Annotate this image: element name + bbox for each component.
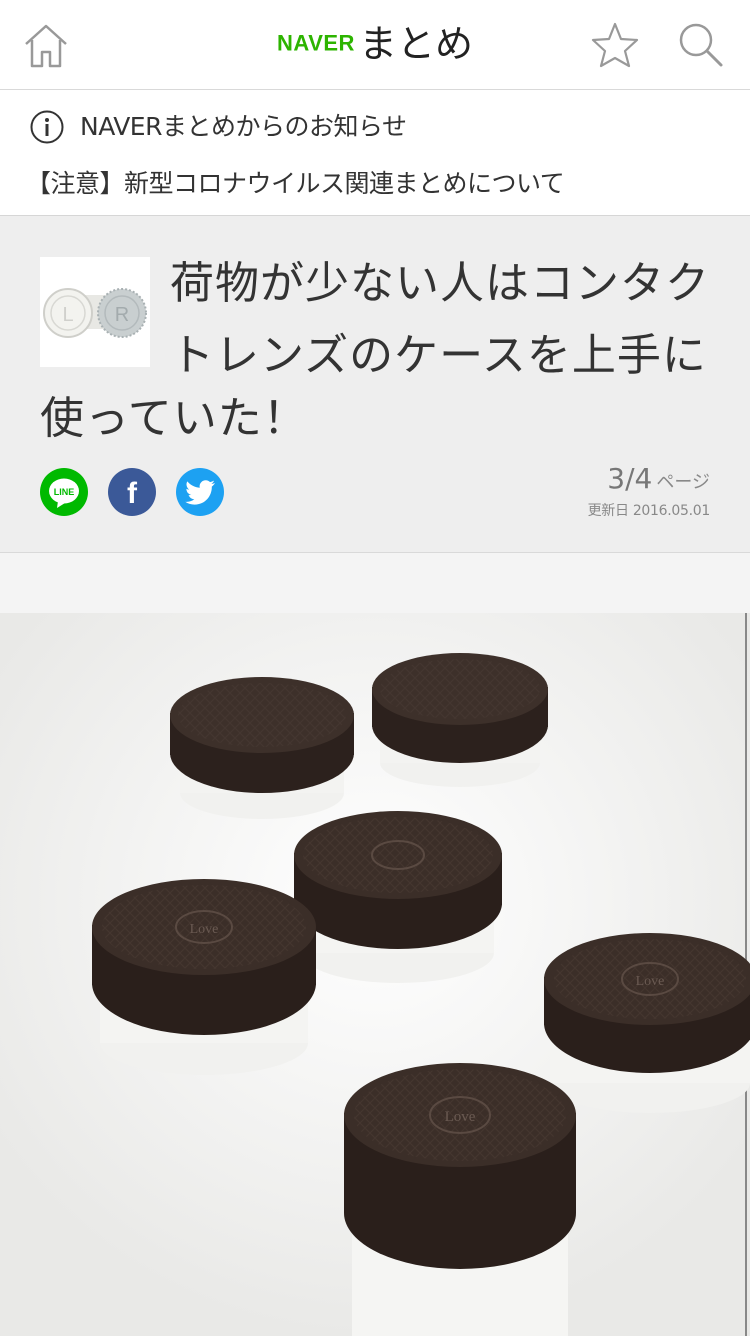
cookie-case-1 bbox=[170, 677, 354, 819]
line-icon: LINE bbox=[49, 478, 79, 508]
cap-text-3: Love bbox=[445, 1109, 476, 1125]
content-spacer bbox=[0, 553, 750, 613]
page-separator: / bbox=[625, 462, 635, 495]
cookie-case-5: Love bbox=[544, 933, 750, 1113]
article-header: L R 荷物が少ない人はコンタクトレンズのケースを上手に 使っていた！ LINE… bbox=[0, 216, 750, 553]
article-thumbnail: L R bbox=[40, 257, 150, 367]
thumb-letter-l: L bbox=[62, 304, 73, 326]
twitter-bird-icon bbox=[185, 480, 215, 505]
cookie-lens-case-photo: Love Love Love bbox=[0, 613, 750, 1336]
cookie-case-2 bbox=[372, 653, 548, 787]
line-label: LINE bbox=[54, 487, 75, 497]
article-photo: Love Love Love bbox=[0, 613, 750, 1336]
notice-link[interactable]: 【注意】新型コロナウイルス関連まとめについて bbox=[26, 166, 565, 202]
notice-panel: NAVERまとめからのお知らせ 【注意】新型コロナウイルス関連まとめについて bbox=[0, 90, 750, 216]
page-total: 4 bbox=[634, 462, 653, 495]
search-icon bbox=[679, 23, 723, 67]
share-facebook-button[interactable]: f bbox=[108, 468, 156, 516]
facebook-icon: f bbox=[127, 477, 138, 510]
article-title-line2: 使っていた！ bbox=[40, 393, 308, 444]
star-icon bbox=[591, 22, 639, 68]
cap-text-1: Love bbox=[190, 922, 219, 937]
cookie-case-4: Love bbox=[92, 879, 316, 1075]
page-unit: ページ bbox=[656, 472, 710, 493]
facebook-label: f bbox=[127, 477, 138, 510]
share-twitter-button[interactable] bbox=[176, 468, 224, 516]
search-button[interactable] bbox=[676, 20, 726, 70]
cap-text-2: Love bbox=[636, 974, 665, 989]
favorite-button[interactable] bbox=[590, 20, 640, 70]
notice-title: NAVERまとめからのお知らせ bbox=[80, 112, 407, 141]
cookie-case-6: Love bbox=[344, 1063, 576, 1336]
page-counter: 3/4 ページ bbox=[607, 462, 710, 495]
thumb-letter-r: R bbox=[115, 304, 129, 326]
top-header: NAVER まとめ bbox=[0, 0, 750, 90]
page-current: 3 bbox=[607, 462, 626, 495]
updated-date: 更新日 2016.05.01 bbox=[587, 503, 711, 519]
share-line-button[interactable]: LINE bbox=[40, 468, 88, 516]
logo-naver-text: NAVER bbox=[277, 30, 355, 56]
info-icon bbox=[30, 110, 64, 144]
article-title-line1: 荷物が少ない人はコンタクトレンズのケースを上手に bbox=[170, 258, 710, 381]
cookie-case-3 bbox=[294, 811, 502, 983]
contact-case-thumbnail-image: L R bbox=[43, 288, 147, 338]
logo-matome-text: まとめ bbox=[358, 21, 473, 66]
